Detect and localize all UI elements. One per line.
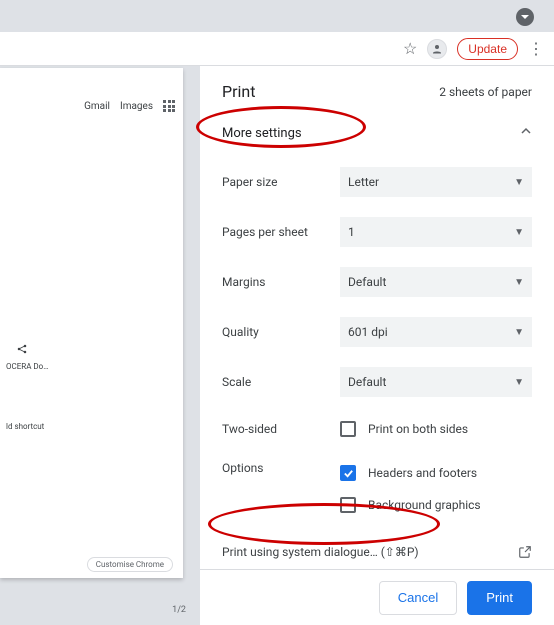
- print-preview-page: Gmail Images OCERA Do… ld shortcut Custo…: [0, 68, 183, 578]
- sheet-count: 2 sheets of paper: [439, 85, 532, 99]
- customise-chrome-button: Customise Chrome: [87, 557, 173, 572]
- row-margins: Margins Default ▼: [222, 257, 532, 307]
- content-area: Gmail Images OCERA Do… ld shortcut Custo…: [0, 66, 554, 625]
- pages-per-sheet-label: Pages per sheet: [222, 225, 332, 239]
- two-sided-checkbox[interactable]: [340, 421, 356, 437]
- two-sided-checkbox-label: Print on both sides: [368, 422, 468, 436]
- chevron-down-icon: ▼: [514, 377, 524, 388]
- profile-avatar[interactable]: [427, 39, 447, 59]
- print-button[interactable]: Print: [467, 581, 532, 615]
- share-icon: [16, 343, 28, 358]
- row-pages-per-sheet: Pages per sheet 1 ▼: [222, 207, 532, 257]
- panel-footer: Cancel Print: [200, 569, 554, 625]
- preview-header-links: Gmail Images: [84, 100, 175, 112]
- margins-value: Default: [348, 275, 386, 289]
- scale-select[interactable]: Default ▼: [340, 367, 532, 397]
- update-button[interactable]: Update: [457, 38, 518, 60]
- more-settings-toggle[interactable]: More settings: [222, 115, 532, 157]
- page-counter: 1/2: [172, 605, 186, 615]
- chevron-down-icon: ▼: [514, 277, 524, 288]
- headers-footers-option: Headers and footers: [340, 461, 532, 485]
- quality-value: 601 dpi: [348, 325, 388, 339]
- options-label: Options: [222, 461, 332, 475]
- headers-footers-label: Headers and footers: [368, 466, 477, 480]
- paper-size-value: Letter: [348, 175, 379, 189]
- row-scale: Scale Default ▼: [222, 357, 532, 407]
- row-options: Options Headers and footers Background g…: [222, 451, 532, 527]
- two-sided-label: Two-sided: [222, 422, 332, 436]
- chevron-down-icon: ▼: [514, 177, 524, 188]
- apps-grid-icon: [163, 100, 175, 112]
- row-two-sided: Two-sided Print on both sides: [222, 407, 532, 451]
- background-graphics-label: Background graphics: [368, 498, 481, 512]
- scale-value: Default: [348, 375, 386, 389]
- menu-kebab-icon[interactable]: ⋮: [528, 39, 544, 58]
- window: ☆ Update ⋮ Gmail Images OCERA Do… ld: [0, 0, 554, 625]
- more-settings-label: More settings: [222, 126, 302, 141]
- paper-size-select[interactable]: Letter ▼: [340, 167, 532, 197]
- print-settings-panel: Print 2 sheets of paper More settings Pa…: [200, 66, 554, 625]
- panel-title: Print: [222, 82, 255, 101]
- pages-per-sheet-value: 1: [348, 225, 355, 239]
- print-preview-column: Gmail Images OCERA Do… ld shortcut Custo…: [0, 66, 200, 625]
- paper-size-label: Paper size: [222, 175, 332, 189]
- panel-header: Print 2 sheets of paper: [222, 82, 532, 101]
- browser-toolbar: ☆ Update ⋮: [0, 32, 554, 66]
- preview-tile-label-2: ld shortcut: [6, 422, 44, 431]
- background-graphics-option: Background graphics: [340, 493, 532, 517]
- quality-select[interactable]: 601 dpi ▼: [340, 317, 532, 347]
- pages-per-sheet-select[interactable]: 1 ▼: [340, 217, 532, 247]
- chevron-up-icon: [520, 125, 532, 141]
- system-dialog-label: Print using system dialogue… (⇧⌘P): [222, 545, 419, 559]
- preview-link-gmail: Gmail: [84, 101, 110, 112]
- scale-label: Scale: [222, 375, 332, 389]
- chevron-down-icon: ▼: [514, 327, 524, 338]
- headers-footers-checkbox[interactable]: [340, 465, 356, 481]
- two-sided-option: Print on both sides: [340, 417, 468, 441]
- preview-tile-label-1: OCERA Do…: [6, 362, 49, 371]
- expand-icon[interactable]: [516, 8, 534, 26]
- quality-label: Quality: [222, 325, 332, 339]
- background-graphics-checkbox[interactable]: [340, 497, 356, 513]
- margins-label: Margins: [222, 275, 332, 289]
- chevron-down-icon: ▼: [514, 227, 524, 238]
- open-external-icon: [518, 545, 532, 559]
- preview-link-images: Images: [120, 101, 153, 112]
- bookmark-star-icon[interactable]: ☆: [403, 39, 417, 58]
- row-paper-size: Paper size Letter ▼: [222, 157, 532, 207]
- margins-select[interactable]: Default ▼: [340, 267, 532, 297]
- cancel-button[interactable]: Cancel: [379, 581, 457, 615]
- row-quality: Quality 601 dpi ▼: [222, 307, 532, 357]
